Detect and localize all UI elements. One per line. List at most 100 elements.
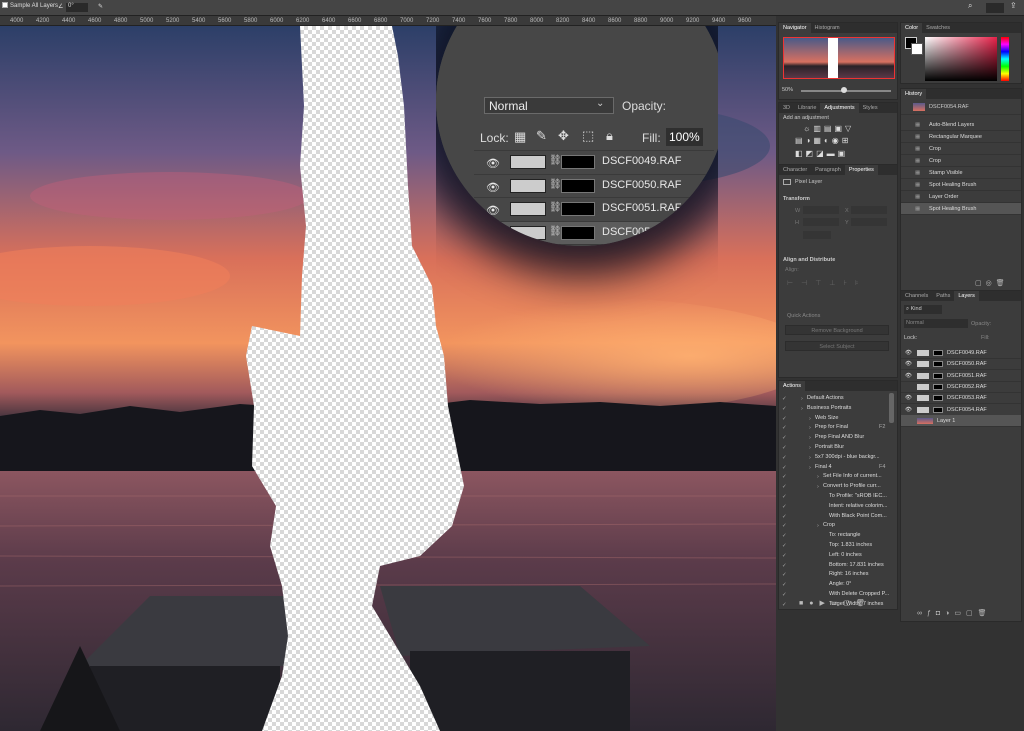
layer-row[interactable]: 👁︎ DSCF0054.RAF [901,404,1021,416]
eye-icon[interactable]: 👁︎ [905,350,912,356]
action-item[interactable]: ✓ Bottom: 17.831 inches [779,560,891,570]
tab-styles[interactable]: Styles [859,103,882,113]
magnifier-layer-row[interactable]: 👁︎⛓︎DSCF0053.RAF [474,244,714,246]
check-icon[interactable]: ✓ [782,514,787,520]
hue-slider[interactable] [1001,37,1009,81]
check-icon[interactable]: ✓ [782,396,787,402]
check-icon[interactable]: ✓ [782,523,787,529]
check-icon[interactable]: ✓ [782,484,787,490]
action-item[interactable]: ✓ With Delete Cropped P... [779,589,891,599]
adjustment-icons-row-1[interactable]: ☼▥▤▣▽ [803,124,854,133]
zoom-value[interactable]: 50% [782,87,793,93]
history-snapshot[interactable]: DSCF0054.RAF [901,101,1021,115]
lock-brush-icon[interactable]: ✎ [536,128,547,144]
magnifier-layer-row[interactable]: 👁︎ ⛓︎ DSCF0050.RAF [474,173,714,197]
y-field[interactable] [851,218,887,226]
action-item[interactable]: ✓ › Convert to Profile curr... [779,481,891,491]
layer-row[interactable]: DSCF0052.RAF [901,381,1021,393]
tab-color[interactable]: Color [901,23,923,33]
chevron-right-icon[interactable]: › [809,455,811,461]
tab-3d[interactable]: 3D [779,103,794,113]
layer-row[interactable]: 👁︎ DSCF0050.RAF [901,358,1021,371]
navigator-thumbnail[interactable] [783,37,895,79]
action-item[interactable]: ✓ Angle: 0° [779,579,891,589]
sample-checkbox[interactable] [2,2,8,8]
align-icons[interactable]: ⊢⊣⊤⊥⊦⊧ [787,279,867,287]
eye-icon[interactable]: 👁︎ [905,361,912,367]
check-icon[interactable]: ✓ [782,455,787,461]
magnifier-layer-row[interactable]: 👁︎ ⛓︎ DSCF0049.RAF [474,150,714,173]
action-item[interactable]: ✓ › Portrait Blur [779,442,891,452]
history-item[interactable]: ▦ Spot Healing Brush [901,179,1021,191]
chevron-right-icon[interactable]: › [809,435,811,441]
check-icon[interactable]: ✓ [782,504,787,510]
adjustment-icons-row-3[interactable]: ◧◩◪▬▣ [795,149,848,158]
history-item[interactable]: ▦ Rectangular Marquee [901,131,1021,143]
check-icon[interactable]: ✓ [782,553,787,559]
eye-icon[interactable]: 👁︎ [905,395,912,401]
background-color[interactable] [911,43,923,55]
eye-icon[interactable]: 👁︎ [486,157,500,170]
select-subject-button[interactable]: Select Subject [785,341,889,351]
check-icon[interactable]: ✓ [782,416,787,422]
action-item[interactable]: ✓ › Crop [779,520,891,530]
action-item[interactable]: ✓ › Final 4 F4 [779,462,891,472]
action-item[interactable]: ✓ › Default Actions [779,393,891,403]
chevron-right-icon[interactable]: › [801,406,803,412]
check-icon[interactable]: ✓ [782,563,787,569]
action-item[interactable]: ✓ To Profile: "sROB IEC... [779,491,891,501]
action-item[interactable]: ✓ › Prep Final AND Blur [779,432,891,442]
workspace-button[interactable] [986,3,1004,13]
tab-channels[interactable]: Channels [901,291,932,301]
check-icon[interactable]: ✓ [782,592,787,598]
actions-footer-icons[interactable]: ■●▶▭▢🗑︎ [799,599,871,607]
action-item[interactable]: ✓ › 5x7 300dpi - blue backgr... [779,452,891,462]
height-field[interactable] [803,218,839,226]
width-field[interactable] [803,206,839,214]
action-item[interactable]: ✓ Right: 16 inches [779,569,891,579]
lock-artboard-icon[interactable]: ⬚ [582,128,594,144]
check-icon[interactable]: ✓ [782,435,787,441]
tab-swatches[interactable]: Swatches [922,23,954,33]
eye-icon[interactable]: 👁︎ [905,373,912,379]
remove-background-button[interactable]: Remove Background [785,325,889,335]
layer-row[interactable]: Layer 1 [901,414,1021,427]
eye-icon[interactable]: 👁︎ [486,181,500,194]
action-item[interactable]: ✓ › Prep for Final F2 [779,422,891,432]
check-icon[interactable]: ✓ [782,406,787,412]
check-icon[interactable]: ✓ [782,533,787,539]
layer-row[interactable]: 👁︎ DSCF0053.RAF [901,392,1021,405]
check-icon[interactable]: ✓ [782,494,787,500]
eye-icon[interactable]: 👁︎ [905,407,912,413]
history-item[interactable]: ▦ Spot Healing Brush [901,203,1021,215]
tab-character[interactable]: Character [779,165,811,175]
color-field[interactable] [925,37,997,81]
action-item[interactable]: ✓ Top: 1.831 inches [779,540,891,550]
layers-footer-icons[interactable]: ∞ƒ◘◑▭▢🗑︎ [917,609,991,617]
tab-histogram[interactable]: Histogram [811,23,844,33]
layer-row[interactable]: 👁︎ DSCF0051.RAF [901,370,1021,382]
action-item[interactable]: ✓ To: rectangle [779,530,891,540]
history-item[interactable]: ▦ Crop [901,143,1021,155]
magnifier-layer-row[interactable]: ⛓︎ DSCF0052.RAF [474,220,714,244]
magnifier-layer-row[interactable]: 👁︎ ⛓︎ DSCF0051.RAF [474,197,714,220]
adjustment-icons-row-2[interactable]: ▤◑▦◐◉⊞ [795,136,851,145]
lock-move-icon[interactable]: ✥ [558,128,569,144]
check-icon[interactable]: ✓ [782,474,787,480]
action-item[interactable]: ✓ With Black Point Com... [779,511,891,521]
search-icon[interactable]: ⌕ [968,1,972,11]
share-icon[interactable]: ⇪ [1010,1,1017,10]
history-item[interactable]: ▦ Auto-Blend Layers [901,119,1021,131]
check-icon[interactable]: ✓ [782,543,787,549]
check-icon[interactable]: ✓ [782,582,787,588]
eye-icon[interactable]: 👁︎ [486,204,500,217]
history-footer-icons[interactable]: ▢◎🗑︎ [975,279,1009,287]
chevron-right-icon[interactable]: › [809,425,811,431]
tab-paths[interactable]: Paths [932,291,954,301]
action-item[interactable]: ✓ › Web Size [779,413,891,423]
blend-mode-dropdown[interactable]: Normal [904,319,968,328]
check-icon[interactable]: ✓ [782,602,787,608]
tab-properties[interactable]: Properties [844,165,878,175]
angle-field-properties[interactable] [803,231,831,239]
tab-libraries[interactable]: Librarie [794,103,820,113]
